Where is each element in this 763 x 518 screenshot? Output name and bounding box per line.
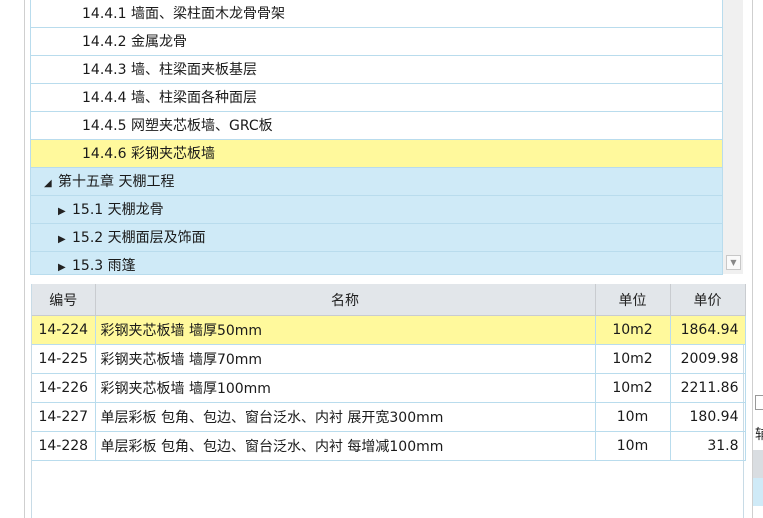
table-row[interactable]: 14-224 彩钢夹芯板墙 墙厚50mm 10m2 1864.94 — [32, 315, 746, 345]
column-header-code[interactable]: 编号 — [32, 284, 96, 316]
quota-price-table: 编号 名称 单位 单价 14-224 彩钢夹芯板墙 墙厚50mm 10m2 1864.… — [31, 284, 746, 518]
table-header-row: 编号 名称 单位 单价 — [32, 284, 746, 316]
cell-name: 单层彩板 包角、包边、窗台泛水、内衬 展开宽300mm — [95, 402, 596, 432]
table-row[interactable]: 14-226 彩钢夹芯板墙 墙厚100mm 10m2 2211.86 — [32, 373, 746, 403]
column-header-name[interactable]: 名称 — [95, 284, 596, 316]
tree-item-label: 14.4.2 金属龙骨 — [82, 34, 187, 50]
tree-vertical-scrollbar[interactable] — [723, 0, 743, 274]
tree-item-label: 第十五章 天棚工程 — [58, 174, 175, 190]
tree-border — [30, 0, 31, 274]
tree-item-label: 14.4.4 墙、柱梁面各种面层 — [82, 90, 257, 106]
cell-unit: 10m2 — [595, 373, 671, 403]
side-panel-header-strip — [753, 450, 763, 478]
tree-item-label: 14.4.3 墙、柱梁面夹板基层 — [82, 62, 257, 78]
panel-divider[interactable] — [752, 0, 753, 518]
tree-item[interactable]: ▶ 15.1 天棚龙骨 — [31, 196, 722, 224]
column-header-unit[interactable]: 单位 — [595, 284, 671, 316]
tree-item-label: 14.4.1 墙面、梁柱面木龙骨骨架 — [82, 6, 285, 22]
cell-price: 1864.94 — [670, 315, 746, 345]
cell-code: 14-226 — [32, 373, 96, 403]
tree-item[interactable]: 14.4.4 墙、柱梁面各种面层 — [31, 84, 722, 112]
cell-unit: 10m2 — [595, 344, 671, 374]
cell-code: 14-228 — [32, 431, 96, 461]
collapsed-caret-icon[interactable]: ▶ — [58, 226, 72, 251]
tree-border — [30, 274, 723, 275]
cell-name: 彩钢夹芯板墙 墙厚50mm — [95, 315, 596, 345]
tree-item-label: 14.4.6 彩钢夹芯板墙 — [82, 146, 215, 162]
cell-name: 彩钢夹芯板墙 墙厚100mm — [95, 373, 596, 403]
cell-code: 14-225 — [32, 344, 96, 374]
cell-price: 2211.86 — [670, 373, 746, 403]
tree-item[interactable]: 14.4.2 金属龙骨 — [31, 28, 722, 56]
column-header-price[interactable]: 单价 — [670, 284, 746, 316]
cell-code: 14-224 — [32, 315, 96, 345]
cell-price: 180.94 — [670, 402, 746, 432]
side-panel-label: 辅 — [755, 427, 763, 443]
tree-item[interactable]: 14.4.5 网塑夹芯板墙、GRC板 — [31, 112, 722, 140]
tree-item[interactable]: 14.4.3 墙、柱梁面夹板基层 — [31, 56, 722, 84]
tree-item-label: 15.3 雨篷 — [72, 258, 136, 274]
cell-unit: 10m — [595, 431, 671, 461]
table-row[interactable]: 14-227 单层彩板 包角、包边、窗台泛水、内衬 展开宽300mm 10m 180.… — [32, 402, 746, 432]
tree-item-label: 14.4.5 网塑夹芯板墙、GRC板 — [82, 118, 273, 134]
expanded-caret-icon[interactable]: ◢ — [44, 170, 58, 195]
scroll-down-arrow-icon[interactable]: ▼ — [726, 255, 741, 270]
tree-item[interactable]: ▶ 15.3 雨篷 — [31, 252, 722, 274]
table-row[interactable]: 14-225 彩钢夹芯板墙 墙厚70mm 10m2 2009.98 — [32, 344, 746, 374]
cell-name: 彩钢夹芯板墙 墙厚70mm — [95, 344, 596, 374]
side-panel-row-strip — [753, 478, 763, 506]
tree-item[interactable]: 14.4.1 墙面、梁柱面木龙骨骨架 — [31, 0, 722, 28]
tree-item[interactable]: ▶ 15.2 天棚面层及饰面 — [31, 224, 722, 252]
table-row[interactable]: 14-228 单层彩板 包角、包边、窗台泛水、内衬 每增减100mm 10m 31.8 — [32, 431, 746, 461]
cell-price: 2009.98 — [670, 344, 746, 374]
cell-price: 31.8 — [670, 431, 746, 461]
tree-item[interactable]: ◢ 第十五章 天棚工程 — [31, 168, 722, 196]
panel-left-edge — [24, 0, 25, 518]
cell-code: 14-227 — [32, 402, 96, 432]
tree-item-label: 15.1 天棚龙骨 — [72, 202, 164, 218]
tree-item[interactable]: 14.4.6 彩钢夹芯板墙 — [31, 140, 722, 168]
quota-chapter-tree[interactable]: 14.4.1 墙面、梁柱面木龙骨骨架 14.4.2 金属龙骨 14.4.3 墙、柱梁… — [31, 0, 722, 274]
cell-unit: 10m — [595, 402, 671, 432]
collapsed-caret-icon[interactable]: ▶ — [58, 198, 72, 223]
collapsed-caret-icon[interactable]: ▶ — [58, 254, 72, 274]
cell-unit: 10m2 — [595, 315, 671, 345]
tree-item-label: 15.2 天棚面层及饰面 — [72, 230, 206, 246]
cell-name: 单层彩板 包角、包边、窗台泛水、内衬 每增减100mm — [95, 431, 596, 461]
side-panel-checkbox[interactable] — [755, 395, 763, 410]
